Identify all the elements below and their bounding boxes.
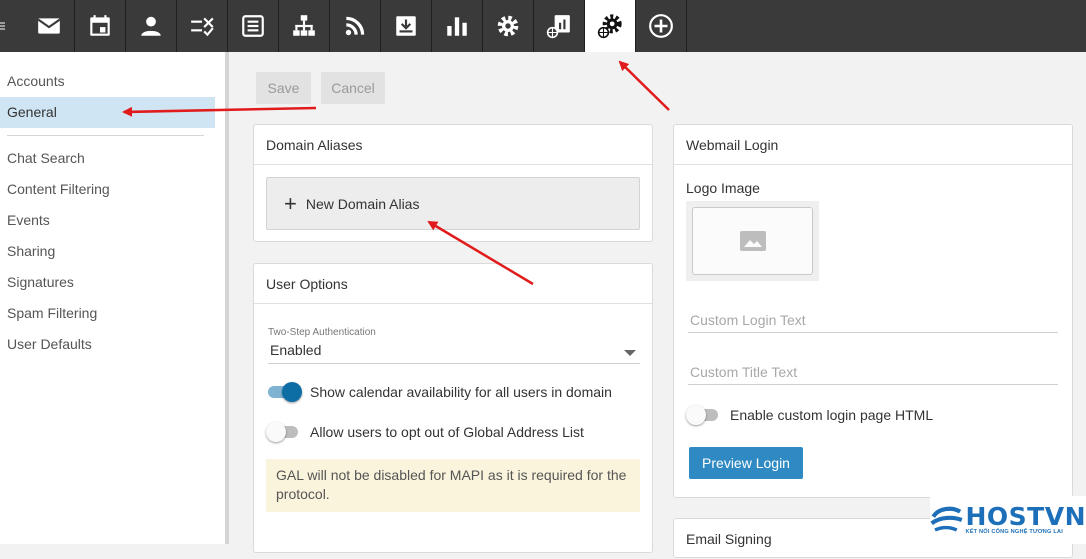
add-icon[interactable] (636, 0, 687, 52)
sidebar-item-events[interactable]: Events (0, 205, 215, 236)
gal-opt-out-label: Allow users to opt out of Global Address… (310, 424, 584, 440)
calendar-availability-toggle[interactable] (266, 382, 302, 402)
sidebar-divider (7, 135, 204, 136)
settings-icon[interactable] (483, 0, 534, 52)
save-button[interactable]: Save (256, 72, 311, 104)
gal-opt-out-row: Allow users to opt out of Global Address… (266, 422, 584, 442)
two-step-value: Enabled (270, 342, 322, 358)
cancel-button[interactable]: Cancel (321, 72, 385, 104)
calendar-availability-label: Show calendar availability for all users… (310, 384, 612, 400)
sidebar-item-spam-filtering[interactable]: Spam Filtering (0, 298, 215, 329)
plus-icon: + (284, 190, 297, 216)
calendar-icon[interactable] (75, 0, 126, 52)
preview-login-button[interactable]: Preview Login (689, 447, 803, 479)
sidebar-item-general[interactable]: General (0, 97, 215, 128)
custom-html-row: Enable custom login page HTML (686, 405, 933, 425)
main-content: Save Cancel Domain Aliases + New Domain … (233, 52, 1086, 558)
menu-icon[interactable] (0, 0, 24, 52)
sidebar: Accounts General Chat Search Content Fil… (0, 52, 229, 544)
top-toolbar (0, 0, 1086, 52)
user-options-card: User Options Two-Step Authentication Ena… (253, 263, 653, 553)
custom-login-text-input[interactable] (688, 307, 1058, 333)
calendar-availability-row: Show calendar availability for all users… (266, 382, 612, 402)
domain-aliases-card: Domain Aliases + New Domain Alias (253, 124, 653, 242)
caret-down-icon (624, 350, 636, 356)
domain-reports-icon[interactable] (534, 0, 585, 52)
rss-icon[interactable] (330, 0, 381, 52)
logo-image-label: Logo Image (686, 180, 760, 196)
mail-icon[interactable] (24, 0, 75, 52)
sitemap-icon[interactable] (279, 0, 330, 52)
new-domain-alias-button[interactable]: + New Domain Alias (266, 177, 640, 230)
two-step-select[interactable]: Enabled (268, 342, 640, 364)
card-title: User Options (254, 264, 652, 304)
archive-icon[interactable] (381, 0, 432, 52)
card-title: Domain Aliases (254, 125, 652, 165)
reports-icon[interactable] (432, 0, 483, 52)
new-domain-alias-label: New Domain Alias (305, 195, 420, 212)
two-step-label: Two-Step Authentication (268, 327, 376, 338)
image-icon (739, 231, 766, 251)
tasks-icon[interactable] (177, 0, 228, 52)
sidebar-item-content-filtering[interactable]: Content Filtering (0, 174, 215, 205)
webmail-login-card: Webmail Login Logo Image Enable custom l… (673, 124, 1073, 498)
custom-html-toggle[interactable] (686, 405, 722, 425)
sidebar-item-user-defaults[interactable]: User Defaults (0, 329, 215, 360)
logo-image-picker[interactable] (686, 201, 819, 281)
sidebar-item-signatures[interactable]: Signatures (0, 267, 215, 298)
watermark-brand: HOSTVN (965, 502, 1086, 531)
hostvn-watermark: HOSTVN KẾT NỐI CÔNG NGHỆ TƯƠNG LAI (930, 496, 1086, 544)
domain-settings-icon[interactable] (585, 0, 636, 52)
contacts-icon[interactable] (126, 0, 177, 52)
card-title: Webmail Login (674, 125, 1072, 165)
sidebar-item-accounts[interactable]: Accounts (0, 66, 215, 97)
custom-html-label: Enable custom login page HTML (730, 407, 934, 423)
gal-opt-out-toggle[interactable] (266, 422, 302, 442)
logo-image-placeholder (692, 207, 813, 275)
custom-title-text-input[interactable] (688, 359, 1058, 385)
sidebar-item-chat-search[interactable]: Chat Search (0, 143, 215, 174)
sidebar-item-sharing[interactable]: Sharing (0, 236, 215, 267)
gal-note: GAL will not be disabled for MAPI as it … (266, 459, 640, 512)
hostvn-logo-icon (930, 506, 963, 532)
notes-icon[interactable] (228, 0, 279, 52)
